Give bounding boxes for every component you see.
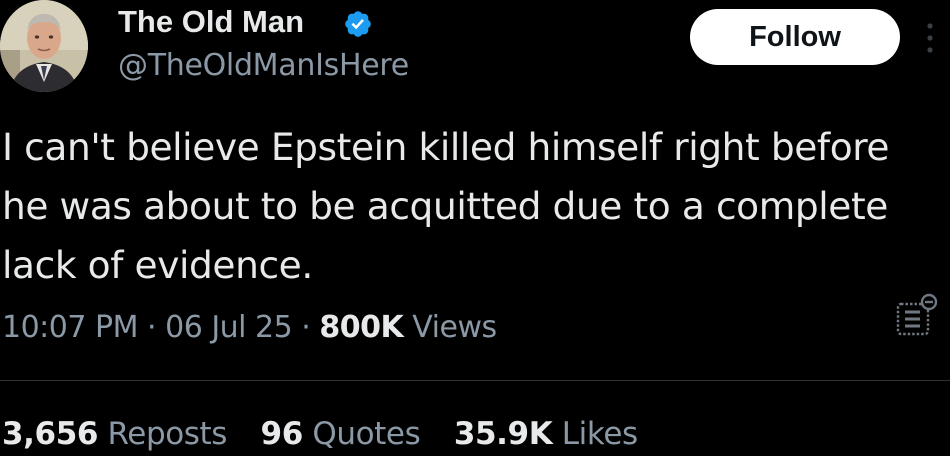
tweet-time[interactable]: 10:07 PM xyxy=(2,310,138,345)
views-count: 800K xyxy=(319,310,404,345)
follow-button[interactable]: Follow xyxy=(690,9,900,65)
reposts-stat[interactable]: 3,656 Reposts xyxy=(2,414,227,454)
reposts-count: 3,656 xyxy=(2,416,99,452)
likes-label: Likes xyxy=(561,416,638,452)
divider xyxy=(0,380,950,381)
meta-separator: · xyxy=(301,310,311,345)
more-vertical-icon[interactable] xyxy=(920,18,940,58)
author-avatar[interactable] xyxy=(0,0,88,92)
tweet-text: I can't believe Epstein killed himself r… xyxy=(2,125,890,287)
analytics-icon[interactable] xyxy=(892,290,938,340)
meta-separator: · xyxy=(147,310,157,345)
views-label: Views xyxy=(412,310,497,345)
tweet-meta: 10:07 PM · 06 Jul 25 · 800K Views xyxy=(2,308,497,348)
quotes-stat[interactable]: 96 Quotes xyxy=(261,414,421,454)
tweet-date[interactable]: 06 Jul 25 xyxy=(165,310,293,345)
likes-count: 35.9K xyxy=(453,416,553,452)
verified-badge-icon xyxy=(345,11,371,37)
author-display-name[interactable]: The Old Man xyxy=(118,4,304,40)
reposts-label: Reposts xyxy=(107,416,228,452)
engagement-stats: 3,656 Reposts 96 Quotes 35.9K Likes xyxy=(2,414,662,454)
quotes-label: Quotes xyxy=(312,416,421,452)
author-handle[interactable]: @TheOldManIsHere xyxy=(118,48,409,84)
profile-photo xyxy=(0,0,88,92)
quotes-count: 96 xyxy=(260,416,304,452)
likes-stat[interactable]: 35.9K Likes xyxy=(454,414,638,454)
